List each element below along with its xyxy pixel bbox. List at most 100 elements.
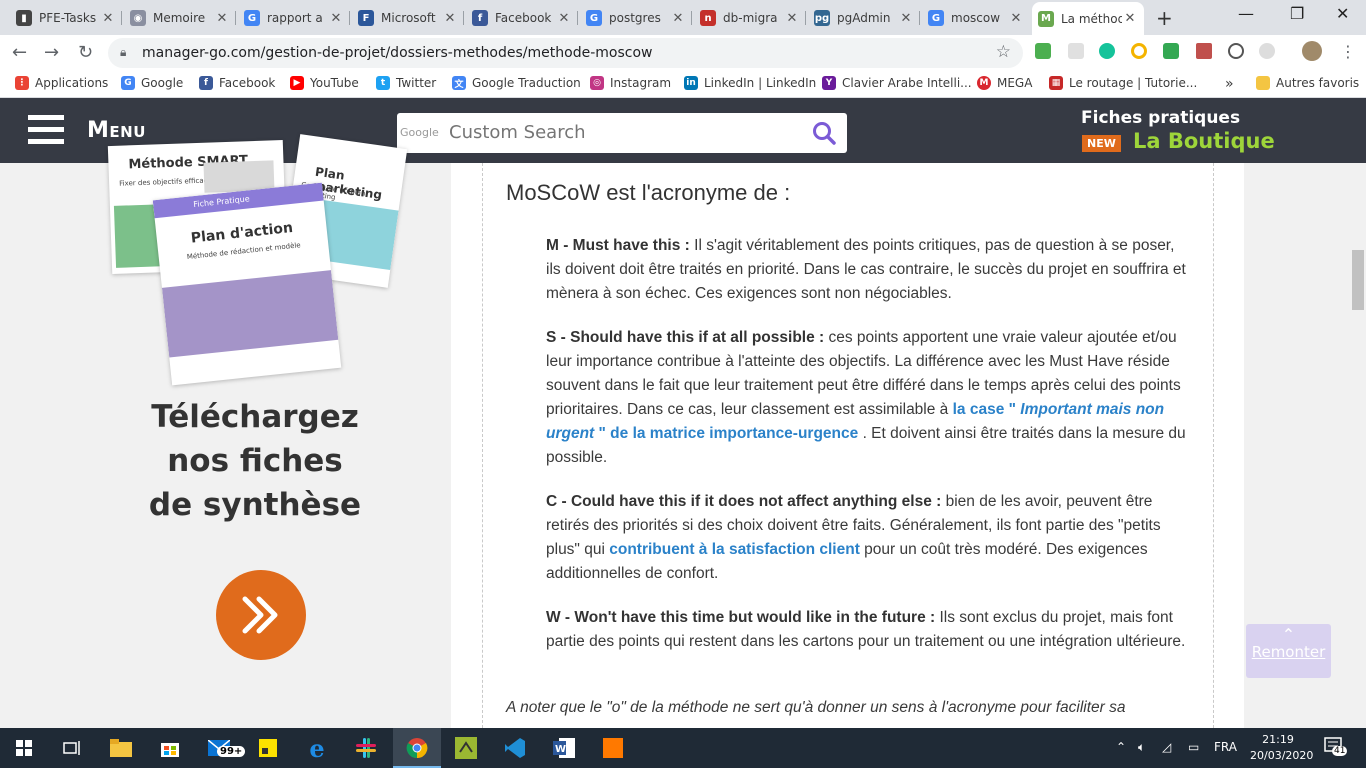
tray-chevron-icon[interactable]: ⌃ <box>1116 740 1126 754</box>
close-window-button[interactable]: ✕ <box>1336 4 1349 23</box>
tab-microsoft[interactable]: F Microsoft ✕ <box>352 5 464 31</box>
scrollbar-track[interactable] <box>1350 163 1366 728</box>
bookmark-le-routage[interactable]: ▦ Le routage | Tutorie... <box>1049 76 1197 90</box>
maximize-button[interactable]: ❐ <box>1290 4 1304 23</box>
bookmark-autres-favoris[interactable]: Autres favoris <box>1256 76 1359 90</box>
close-icon[interactable]: ✕ <box>1122 11 1138 26</box>
extension-icon[interactable] <box>1259 43 1275 59</box>
bookmark-clavier-arabe[interactable]: Y Clavier Arabe Intelli... <box>822 76 972 90</box>
bookmark-mega[interactable]: M MEGA <box>977 76 1032 90</box>
mega-icon: M <box>977 76 991 90</box>
cmder-icon[interactable] <box>442 728 490 768</box>
close-icon[interactable]: ✕ <box>670 11 686 26</box>
bookmark-label: Autres favoris <box>1276 76 1360 90</box>
tab-facebook[interactable]: f Facebook ✕ <box>466 5 578 31</box>
sticky-notes-icon[interactable] <box>244 728 292 768</box>
tab-memoire[interactable]: ◉ Memoire ✕ <box>124 5 236 31</box>
edge-icon[interactable]: e <box>293 728 341 768</box>
bookmark-youtube[interactable]: ▶ YouTube <box>290 76 359 90</box>
tab-postgres[interactable]: G postgres ✕ <box>580 5 692 31</box>
store-icon[interactable] <box>146 728 194 768</box>
close-icon[interactable]: ✕ <box>328 11 344 26</box>
bookmark-label: Facebook <box>219 76 276 90</box>
close-icon[interactable]: ✕ <box>100 11 116 26</box>
manager-go-icon: M <box>1038 10 1054 27</box>
more-bookmarks-icon[interactable]: » <box>1225 76 1234 92</box>
download-arrow-button[interactable] <box>216 570 306 660</box>
extension-icon[interactable] <box>1068 43 1084 59</box>
bookmark-google-traduction[interactable]: 文 Google Traduction <box>452 76 581 90</box>
forward-icon[interactable]: → <box>44 42 59 63</box>
tab-db-migra[interactable]: n db-migra ✕ <box>694 5 806 31</box>
bookmark-linkedin[interactable]: in LinkedIn | LinkedIn <box>684 76 816 90</box>
tab-pfe-tasks[interactable]: ▮ PFE-Tasks ✕ <box>10 5 122 31</box>
battery-icon[interactable]: ▭ <box>1188 740 1199 754</box>
tab-rapport[interactable]: G rapport a ✕ <box>238 5 350 31</box>
close-icon[interactable]: ✕ <box>442 11 458 26</box>
minimize-button[interactable]: — <box>1238 4 1254 23</box>
slack-icon[interactable] <box>342 728 390 768</box>
youtube-icon: ▶ <box>290 76 304 90</box>
task-view-icon[interactable] <box>48 728 96 768</box>
bookmark-google[interactable]: G Google <box>121 76 183 90</box>
bookmark-label: Applications <box>35 76 109 90</box>
bookmark-star-icon[interactable]: ☆ <box>996 42 1011 62</box>
volume-icon[interactable]: 🔈︎ <box>1138 740 1145 755</box>
tab-la-methode[interactable]: M La méthode ✕ <box>1032 2 1144 35</box>
bookmarks-bar: ⋮ Applications G Google f Facebook ▶ YouTube… <box>0 70 1366 98</box>
card-plan-daction[interactable]: Fiche Pratique Plan d'action Méthode de … <box>152 182 342 386</box>
close-icon[interactable]: ✕ <box>214 11 230 26</box>
bookmark-label: Clavier Arabe Intelli... <box>842 76 972 90</box>
bookmark-label: YouTube <box>310 76 359 90</box>
bookmark-facebook[interactable]: f Facebook <box>199 76 275 90</box>
fiches-pratiques-link[interactable]: Fiches pratiques <box>1081 108 1240 128</box>
new-tab-button[interactable]: + <box>1156 6 1173 30</box>
bookmark-instagram[interactable]: ◎ Instagram <box>590 76 671 90</box>
windows-start-icon[interactable] <box>0 728 48 768</box>
tab-title: Microsoft <box>381 11 436 25</box>
pdf-icon[interactable] <box>1196 43 1212 59</box>
site-search-box[interactable]: Google Custom Search <box>397 113 847 153</box>
close-icon[interactable]: ✕ <box>556 11 572 26</box>
close-icon[interactable]: ✕ <box>1008 11 1024 26</box>
extension-icon[interactable] <box>1163 43 1179 59</box>
orange-app-icon[interactable] <box>589 728 637 768</box>
close-icon[interactable]: ✕ <box>784 11 800 26</box>
menu-label[interactable]: Menu <box>87 118 146 143</box>
word-icon[interactable]: W <box>540 728 588 768</box>
grammarly-icon[interactable] <box>1099 43 1115 59</box>
language-indicator[interactable]: FRA <box>1214 740 1237 754</box>
facebook-icon: f <box>199 76 213 90</box>
bookmark-label: Instagram <box>610 76 672 90</box>
chrome-extension-icon[interactable] <box>1131 43 1147 59</box>
network-icon[interactable]: ◿ <box>1162 740 1171 754</box>
notification-center-icon[interactable]: 41 <box>1324 737 1348 758</box>
reload-icon[interactable]: ↻ <box>78 42 93 63</box>
extension-icon[interactable] <box>1228 43 1244 59</box>
extension-icon[interactable] <box>1035 43 1051 59</box>
clock[interactable]: 21:19 20/03/2020 <box>1250 732 1313 764</box>
kebab-menu-icon[interactable]: ⋮ <box>1340 42 1356 61</box>
tab-moscow[interactable]: G moscow ✕ <box>922 5 1030 31</box>
chrome-icon[interactable] <box>393 728 441 768</box>
mail-icon[interactable]: 99+ <box>195 728 246 768</box>
folder-icon <box>1256 76 1270 90</box>
satisfaction-client-link[interactable]: contribuent à la satisfaction client <box>609 541 860 558</box>
wont-label: W - Won't have this time but would like … <box>546 609 936 626</box>
moscow-could: C - Could have this if it does not affec… <box>546 490 1191 586</box>
vscode-icon[interactable] <box>491 728 539 768</box>
address-bar[interactable]: 🔒︎ manager-go.com/gestion-de-projet/doss… <box>108 38 1023 68</box>
boutique-link[interactable]: La Boutique <box>1133 129 1275 153</box>
back-icon[interactable]: ← <box>12 42 27 63</box>
bookmark-twitter[interactable]: t Twitter <box>376 76 436 90</box>
avatar[interactable] <box>1302 41 1322 61</box>
search-icon[interactable] <box>811 120 837 146</box>
lock-icon: 🔒︎ <box>120 45 127 59</box>
hamburger-menu-icon[interactable] <box>28 115 64 145</box>
file-explorer-icon[interactable] <box>97 728 145 768</box>
back-to-top-button[interactable]: ⌃ Remonter <box>1246 624 1331 678</box>
scrollbar-thumb[interactable] <box>1352 250 1364 310</box>
close-icon[interactable]: ✕ <box>898 11 914 26</box>
bookmark-applications[interactable]: ⋮ Applications <box>15 76 108 90</box>
tab-pgadmin[interactable]: pg pgAdmin ✕ <box>808 5 920 31</box>
